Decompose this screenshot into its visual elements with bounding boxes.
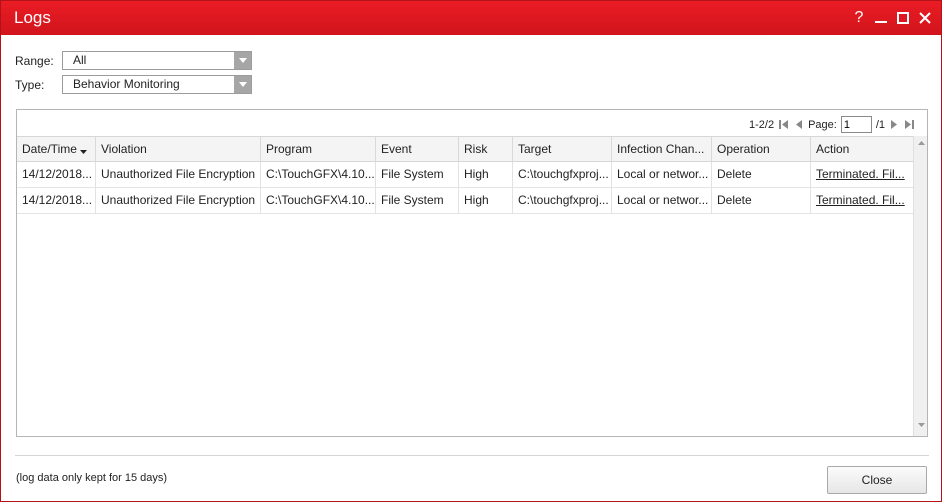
cell-program: C:\TouchGFX\4.10... bbox=[261, 162, 376, 187]
cell-infection-channel: Local or networ... bbox=[612, 162, 712, 187]
previous-page-icon[interactable] bbox=[793, 119, 804, 130]
last-page-icon[interactable] bbox=[904, 119, 915, 130]
help-icon[interactable]: ? bbox=[851, 9, 867, 27]
type-select[interactable]: Behavior Monitoring bbox=[62, 75, 252, 94]
cell-datetime: 14/12/2018... bbox=[17, 162, 96, 187]
vertical-scrollbar[interactable] bbox=[913, 136, 927, 436]
scroll-up-icon[interactable] bbox=[917, 141, 925, 149]
chevron-down-icon[interactable] bbox=[234, 52, 251, 69]
cell-violation: Unauthorized File Encryption bbox=[96, 162, 261, 187]
title-bar[interactable]: Logs ? bbox=[1, 1, 941, 35]
logs-panel: 1-2/2 Page: /1 Date/Time Violation Progr… bbox=[16, 109, 928, 437]
minimize-icon[interactable] bbox=[873, 9, 889, 27]
first-page-icon[interactable] bbox=[778, 119, 789, 130]
cell-datetime: 14/12/2018... bbox=[17, 188, 96, 213]
cell-action-link[interactable]: Terminated. Fil... bbox=[816, 193, 905, 207]
column-header-violation[interactable]: Violation bbox=[96, 137, 261, 161]
table-row[interactable]: 14/12/2018... Unauthorized File Encrypti… bbox=[17, 188, 913, 214]
range-select-value: All bbox=[73, 53, 87, 67]
result-count: 1-2/2 bbox=[748, 118, 775, 131]
column-header-event[interactable]: Event bbox=[376, 137, 459, 161]
cell-target: C:\touchgfxproj... bbox=[513, 162, 612, 187]
next-page-icon[interactable] bbox=[889, 119, 900, 130]
cell-event: File System bbox=[376, 188, 459, 213]
type-select-value: Behavior Monitoring bbox=[73, 77, 180, 91]
page-number-input[interactable] bbox=[840, 116, 872, 133]
table-row[interactable]: 14/12/2018... Unauthorized File Encrypti… bbox=[17, 162, 913, 188]
range-filter: Range: All bbox=[15, 51, 252, 70]
chevron-down-icon[interactable] bbox=[234, 76, 251, 93]
column-header-target[interactable]: Target bbox=[513, 137, 612, 161]
cell-event: File System bbox=[376, 162, 459, 187]
maximize-icon[interactable] bbox=[895, 9, 911, 27]
column-header-operation[interactable]: Operation bbox=[712, 137, 811, 161]
column-header-program[interactable]: Program bbox=[261, 137, 376, 161]
page-total: /1 bbox=[875, 118, 885, 131]
cell-operation: Delete bbox=[712, 162, 811, 187]
type-label: Type: bbox=[15, 77, 45, 92]
table-header: Date/Time Violation Program Event Risk T… bbox=[17, 136, 913, 162]
logs-window: Logs ? Range: All Type: Behavior Monitor… bbox=[0, 0, 942, 502]
range-select[interactable]: All bbox=[62, 51, 252, 70]
close-icon[interactable] bbox=[917, 9, 933, 27]
window-title: Logs bbox=[14, 8, 51, 27]
cell-program: C:\TouchGFX\4.10... bbox=[261, 188, 376, 213]
range-label: Range: bbox=[15, 53, 54, 68]
column-header-infection-channel[interactable]: Infection Chan... bbox=[612, 137, 712, 161]
column-header-risk[interactable]: Risk bbox=[459, 137, 513, 161]
logs-table: Date/Time Violation Program Event Risk T… bbox=[17, 136, 913, 436]
column-header-datetime[interactable]: Date/Time bbox=[17, 137, 96, 161]
scroll-down-icon[interactable] bbox=[917, 423, 925, 431]
cell-violation: Unauthorized File Encryption bbox=[96, 188, 261, 213]
cell-risk: High bbox=[459, 188, 513, 213]
close-button[interactable]: Close bbox=[827, 466, 927, 494]
cell-target: C:\touchgfxproj... bbox=[513, 188, 612, 213]
cell-infection-channel: Local or networ... bbox=[612, 188, 712, 213]
page-label: Page: bbox=[808, 118, 837, 131]
type-filter: Type: Behavior Monitoring bbox=[15, 75, 252, 94]
retention-note: (log data only kept for 15 days) bbox=[16, 472, 168, 484]
column-header-action[interactable]: Action bbox=[811, 137, 913, 161]
sort-descending-icon bbox=[79, 138, 87, 161]
cell-operation: Delete bbox=[712, 188, 811, 213]
cell-action-link[interactable]: Terminated. Fil... bbox=[816, 167, 905, 181]
pager: 1-2/2 Page: /1 bbox=[749, 116, 915, 133]
footer-divider bbox=[15, 455, 929, 456]
cell-risk: High bbox=[459, 162, 513, 187]
